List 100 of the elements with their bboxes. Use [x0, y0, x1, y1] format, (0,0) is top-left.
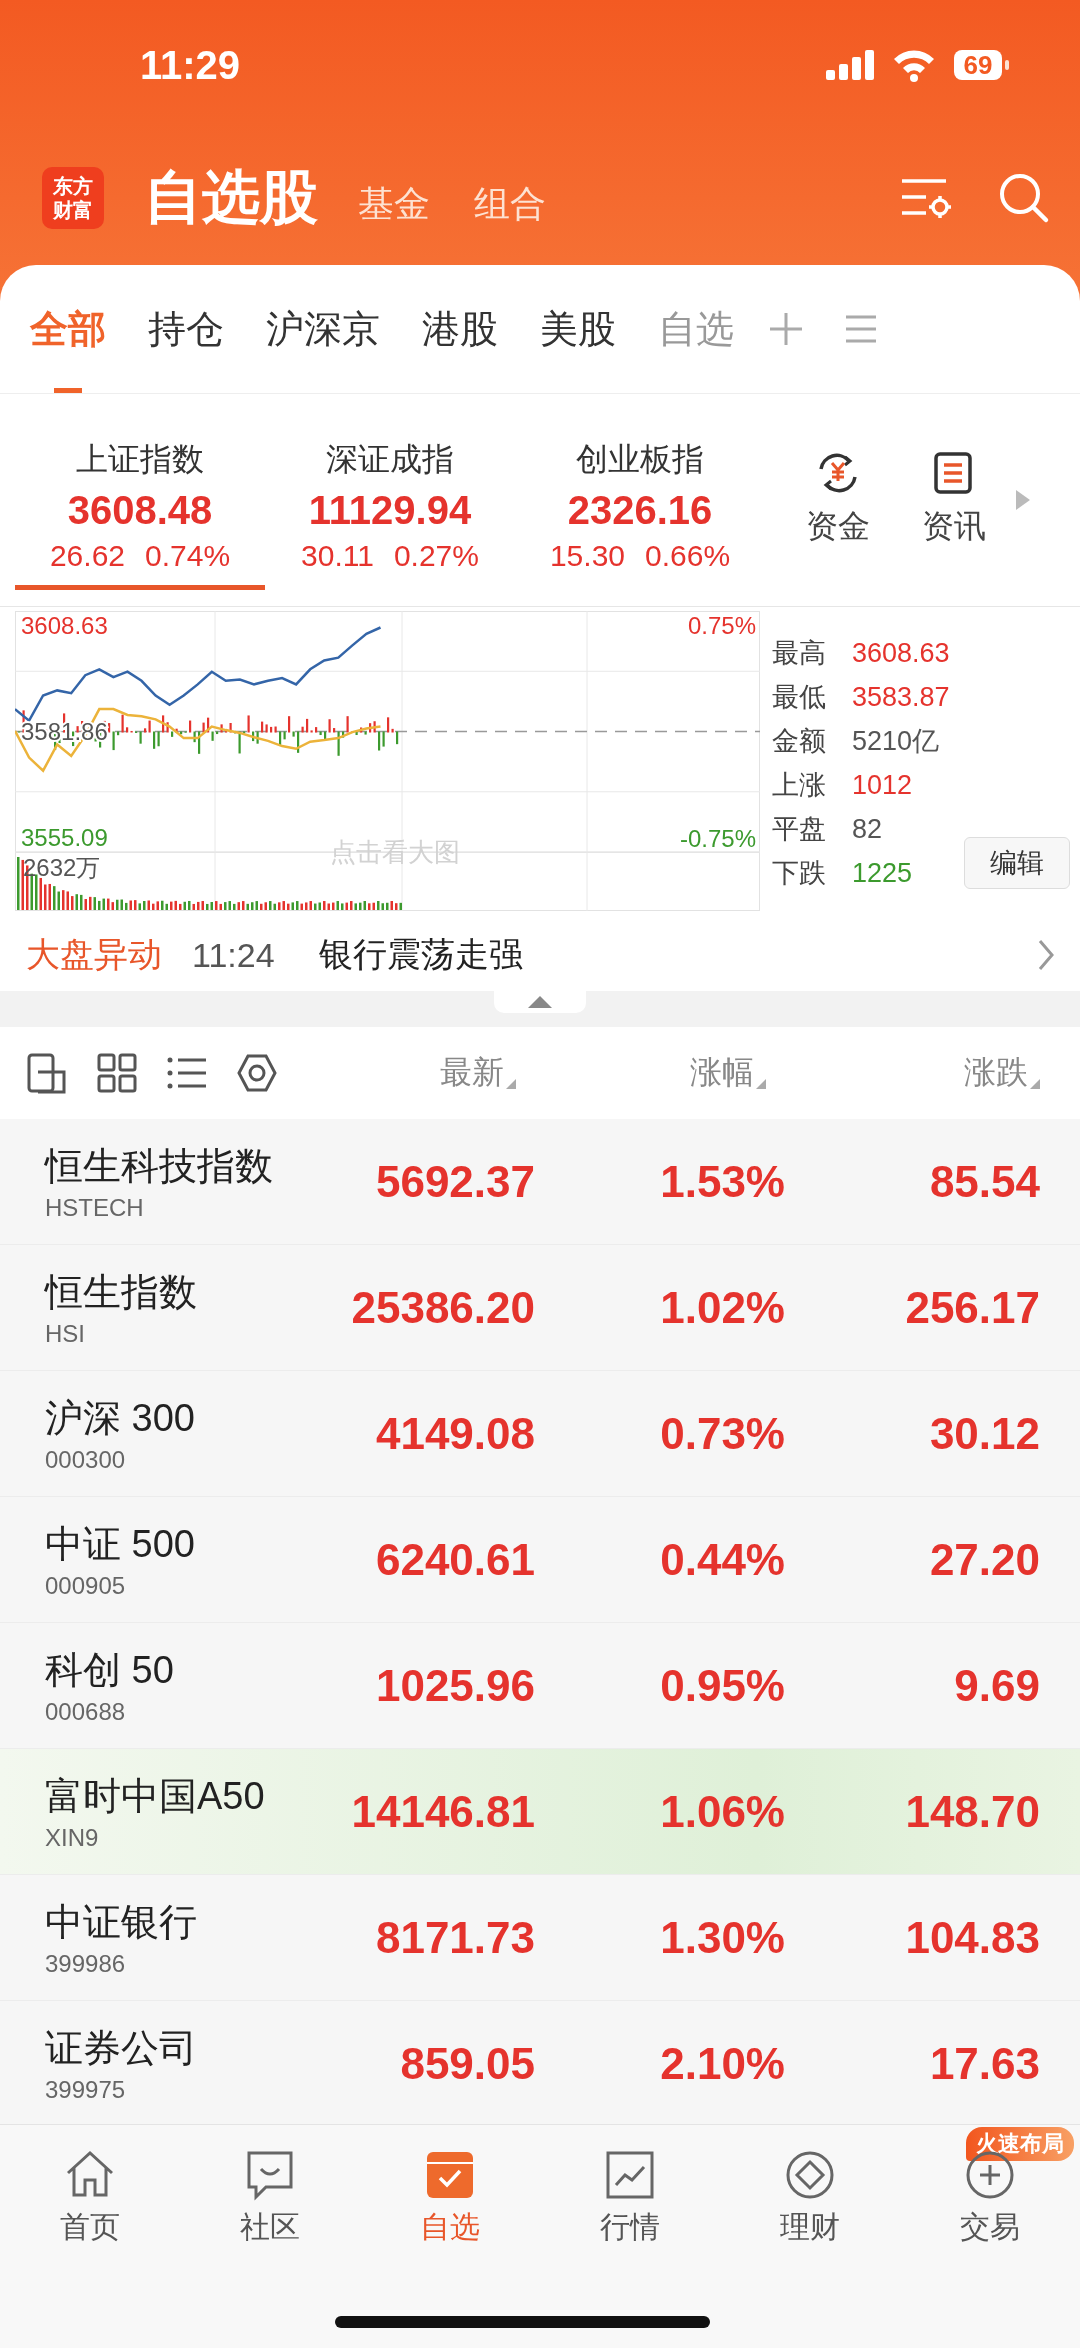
- stat-value: 1225: [852, 856, 913, 890]
- category-tab[interactable]: 港股: [422, 265, 498, 393]
- index-name: 深证成指: [326, 439, 454, 479]
- index-card[interactable]: 创业板指 2326.16 15.30 0.66%: [515, 420, 765, 590]
- latest-price: 14146.81: [351, 1786, 535, 1837]
- change-percent: 1.02%: [660, 1282, 785, 1333]
- sort-icon[interactable]: [506, 1079, 516, 1089]
- stock-name: 恒生科技指数: [45, 1144, 274, 1189]
- stock-code: 000688: [45, 1698, 127, 1726]
- change-amount: 27.20: [929, 1534, 1040, 1585]
- edit-button[interactable]: 编辑: [964, 837, 1070, 889]
- stat-value: 5210亿: [852, 725, 940, 758]
- menu-icon[interactable]: [844, 313, 878, 345]
- category-tab[interactable]: 沪深京: [266, 265, 380, 393]
- category-tab[interactable]: 持仓: [148, 265, 224, 393]
- category-tab[interactable]: 美股: [540, 265, 616, 393]
- index-percent: 0.74%: [145, 538, 231, 573]
- change-percent: 2.10%: [660, 2038, 785, 2089]
- shortcut-label[interactable]: 资金: [806, 505, 870, 549]
- line-chart-icon: [604, 2149, 656, 2201]
- stat-value: 3583.87: [852, 680, 950, 714]
- stock-code: 000300: [45, 1446, 127, 1474]
- status-time: 11:29: [140, 42, 242, 88]
- collapse-handle[interactable]: [494, 991, 586, 1013]
- index-change: 30.11: [301, 538, 374, 573]
- latest-price: 6240.61: [375, 1534, 535, 1585]
- stat-label: 平盘: [772, 813, 826, 846]
- quote-row[interactable]: 中证 500 000905 6240.61 0.44% 27.20: [0, 1497, 1080, 1623]
- change-percent: 0.73%: [660, 1408, 785, 1459]
- stock-name: 中证 500: [45, 1522, 196, 1567]
- stat-label: 上涨: [772, 769, 826, 802]
- search-icon[interactable]: [998, 171, 1050, 224]
- axis-label: -0.75%: [679, 824, 756, 852]
- settings-icon[interactable]: [236, 1052, 278, 1094]
- index-name: 创业板指: [576, 439, 704, 479]
- wifi-icon: [892, 48, 936, 82]
- shortcut-label[interactable]: 资讯: [922, 505, 986, 549]
- change-amount: 30.12: [929, 1408, 1040, 1459]
- stock-name: 证券公司: [45, 2026, 198, 2071]
- right-triangle-icon[interactable]: [1016, 490, 1030, 510]
- stock-code: HSTECH: [45, 1194, 145, 1222]
- axis-label: 3555.09: [21, 824, 108, 852]
- promo-badge: 火速布局: [966, 2127, 1074, 2161]
- nav-item[interactable]: 首页: [0, 2149, 180, 2248]
- alert-text: 银行震荡走强: [318, 934, 524, 975]
- latest-price: 1025.96: [375, 1660, 535, 1711]
- axis-label: 3608.63: [21, 611, 108, 639]
- change-percent: 1.06%: [660, 1786, 785, 1837]
- change-amount: 256.17: [905, 1282, 1040, 1333]
- alert-time: 11:24: [192, 935, 275, 975]
- stat-label: 金额: [772, 725, 826, 758]
- stock-code: 399986: [45, 1950, 127, 1978]
- change-amount: 9.69: [954, 1660, 1040, 1711]
- change-amount: 148.70: [905, 1786, 1040, 1837]
- column-header[interactable]: 涨幅: [690, 1051, 766, 1095]
- stat-label: 最高: [772, 637, 826, 670]
- index-name: 上证指数: [76, 439, 204, 479]
- stat-value: 3608.63: [852, 636, 950, 670]
- quote-row[interactable]: 中证银行 399986 8171.73 1.30% 104.83: [0, 1875, 1080, 2001]
- layout-icon[interactable]: [26, 1052, 68, 1094]
- axis-label: 0.75%: [687, 611, 756, 639]
- nav-item[interactable]: 理财: [720, 2149, 900, 2248]
- add-icon[interactable]: [768, 311, 804, 347]
- quote-row[interactable]: 恒生科技指数 HSTECH 5692.37 1.53% 85.54: [0, 1119, 1080, 1245]
- diamond-circle-icon: [784, 2149, 836, 2201]
- index-card[interactable]: 深证成指 11129.94 30.11 0.27%: [265, 420, 515, 590]
- stock-code: 000905: [45, 1572, 127, 1600]
- alert-tag: 大盘异动: [26, 932, 162, 978]
- index-percent: 0.27%: [393, 538, 479, 573]
- index-percent: 0.66%: [645, 538, 731, 573]
- sort-icon[interactable]: [756, 1079, 766, 1089]
- index-card[interactable]: 上证指数 3608.48 26.62 0.74%: [15, 420, 265, 590]
- volume-label: 2632万: [23, 854, 101, 881]
- latest-price: 8171.73: [375, 1912, 535, 1963]
- up-triangle-icon: [528, 996, 552, 1008]
- index-change: 26.62: [49, 538, 125, 573]
- stat-label: 下跌: [772, 857, 826, 890]
- column-header[interactable]: 最新: [440, 1051, 516, 1095]
- stat-value: 82: [852, 812, 883, 846]
- chevron-right-icon[interactable]: [1038, 939, 1054, 971]
- index-value: 3608.48: [67, 487, 213, 533]
- quote-row[interactable]: 沪深 300 000300 4149.08 0.73% 30.12: [0, 1371, 1080, 1497]
- nav-item[interactable]: 行情: [540, 2149, 720, 2248]
- change-amount: 17.63: [929, 2038, 1040, 2089]
- sort-icon[interactable]: [1030, 1079, 1040, 1089]
- nav-item[interactable]: 社区: [180, 2149, 360, 2248]
- latest-price: 859.05: [400, 2038, 535, 2089]
- list-settings-icon[interactable]: [900, 176, 952, 219]
- quote-row[interactable]: 富时中国A50 XIN9 14146.81 1.06% 148.70: [0, 1749, 1080, 1875]
- grid-icon[interactable]: [96, 1052, 138, 1094]
- index-value: 11129.94: [308, 487, 472, 533]
- stock-name: 科创 50: [45, 1648, 175, 1693]
- stock-code: XIN9: [45, 1824, 100, 1852]
- quote-row[interactable]: 恒生指数 HSI 25386.20 1.02% 256.17: [0, 1245, 1080, 1371]
- signal-icon: [826, 50, 874, 80]
- stock-name: 恒生指数: [45, 1270, 198, 1315]
- column-header[interactable]: 涨跌: [964, 1051, 1040, 1095]
- stat-value: 1012: [852, 768, 913, 802]
- stat-label: 最低: [772, 681, 826, 714]
- stock-name: 中证银行: [45, 1900, 198, 1945]
